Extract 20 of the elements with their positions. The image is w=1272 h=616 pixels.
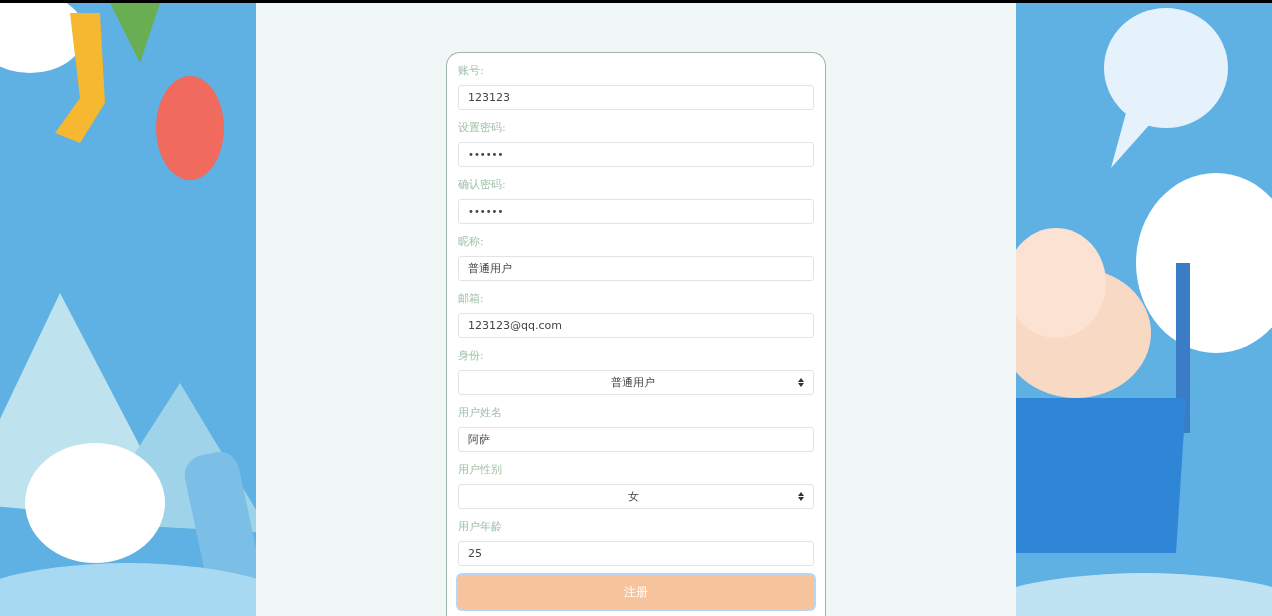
field-label: 用户性别: [458, 462, 503, 477]
password-field[interactable]: ••••••: [458, 142, 814, 167]
up-down-arrow-icon: [798, 378, 804, 387]
field-label: 确认密码:: [458, 177, 507, 192]
select-field[interactable]: 女: [458, 484, 814, 509]
field-label: 身份:: [458, 348, 485, 363]
field-label: 邮箱:: [458, 291, 485, 306]
select-field[interactable]: 普通用户: [458, 370, 814, 395]
field-label: 账号:: [458, 63, 485, 78]
up-down-arrow-icon: [798, 492, 804, 501]
input-field[interactable]: 阿萨: [458, 427, 814, 452]
input-field[interactable]: 普通用户: [458, 256, 814, 281]
input-field[interactable]: 123123: [458, 85, 814, 110]
input-field[interactable]: 123123@qq.com: [458, 313, 814, 338]
field-label: 用户姓名: [458, 405, 503, 420]
password-field[interactable]: ••••••: [458, 199, 814, 224]
input-field[interactable]: 25: [458, 541, 814, 566]
field-label: 昵称:: [458, 234, 485, 249]
field-label: 设置密码:: [458, 120, 507, 135]
field-label: 用户年龄: [458, 519, 503, 534]
